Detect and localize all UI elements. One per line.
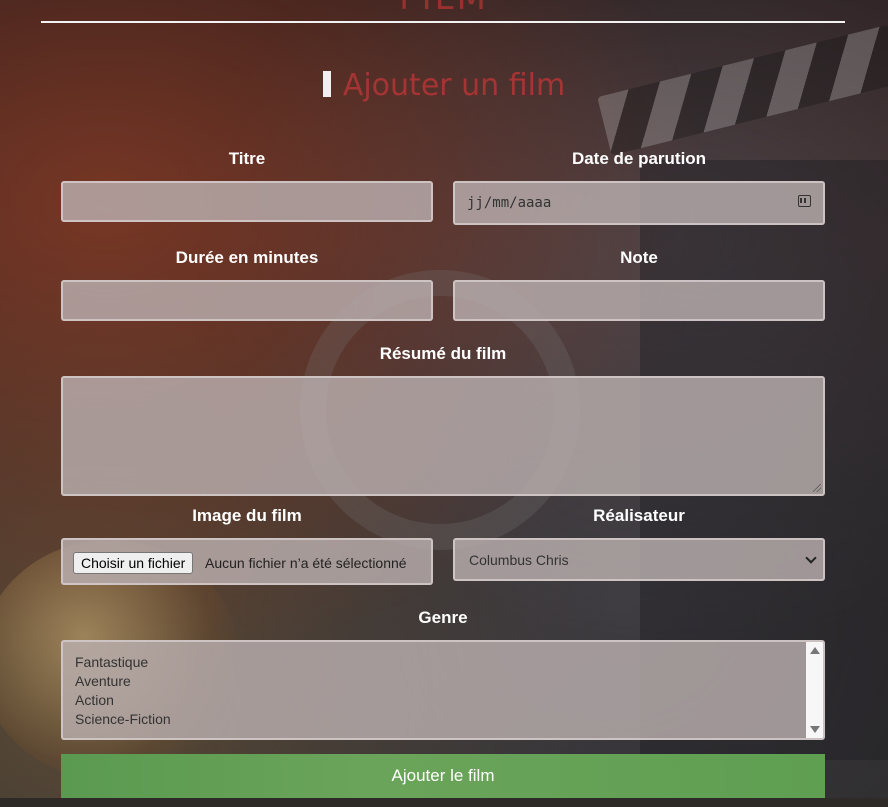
- duree-label: Durée en minutes: [175, 248, 319, 267]
- choose-file-button[interactable]: Choisir un fichier: [73, 552, 194, 574]
- footer-strip: [0, 798, 888, 807]
- resize-grip-icon[interactable]: [813, 484, 821, 492]
- scroll-down-icon[interactable]: [810, 726, 820, 733]
- titre-label: Titre: [228, 149, 266, 168]
- genre-option[interactable]: Action: [75, 692, 114, 708]
- calendar-icon[interactable]: [798, 195, 811, 207]
- genre-multiselect[interactable]: Fantastique Aventure Action Science-Fict…: [61, 640, 825, 740]
- chevron-down-icon: [805, 552, 817, 564]
- realisateur-select[interactable]: Columbus Chris: [453, 538, 825, 581]
- duree-input[interactable]: [61, 280, 433, 321]
- realisateur-label: Réalisateur: [593, 506, 685, 525]
- heading-accent-bar: [322, 70, 331, 97]
- date-input[interactable]: jj/mm/aaaa: [453, 181, 825, 225]
- image-label: Image du film: [192, 506, 302, 525]
- site-title: FILM: [0, 0, 888, 18]
- header-divider: [41, 21, 845, 23]
- scroll-up-icon[interactable]: [810, 647, 820, 654]
- file-status-text: Aucun fichier n’a été sélectionné: [205, 555, 407, 571]
- genre-scrollbar[interactable]: [806, 642, 823, 738]
- genre-label: Genre: [418, 608, 468, 627]
- date-label: Date de parution: [571, 149, 707, 168]
- page-heading: Ajouter un film: [0, 68, 888, 103]
- date-placeholder: jj/mm/aaaa: [467, 195, 552, 211]
- page-title: Ajouter un film: [342, 68, 566, 103]
- image-file-input[interactable]: Choisir un fichier Aucun fichier n’a été…: [61, 538, 433, 585]
- realisateur-selected-value: Columbus Chris: [469, 552, 569, 568]
- add-film-button[interactable]: Ajouter le film: [61, 754, 825, 798]
- genre-option[interactable]: Fantastique: [75, 654, 148, 670]
- titre-input[interactable]: [61, 181, 433, 222]
- genre-option[interactable]: Science-Fiction: [75, 711, 171, 727]
- genre-option[interactable]: Aventure: [75, 673, 131, 689]
- resume-label: Résumé du film: [379, 344, 507, 363]
- note-label: Note: [620, 248, 658, 267]
- resume-textarea[interactable]: [61, 376, 825, 496]
- note-input[interactable]: [453, 280, 825, 321]
